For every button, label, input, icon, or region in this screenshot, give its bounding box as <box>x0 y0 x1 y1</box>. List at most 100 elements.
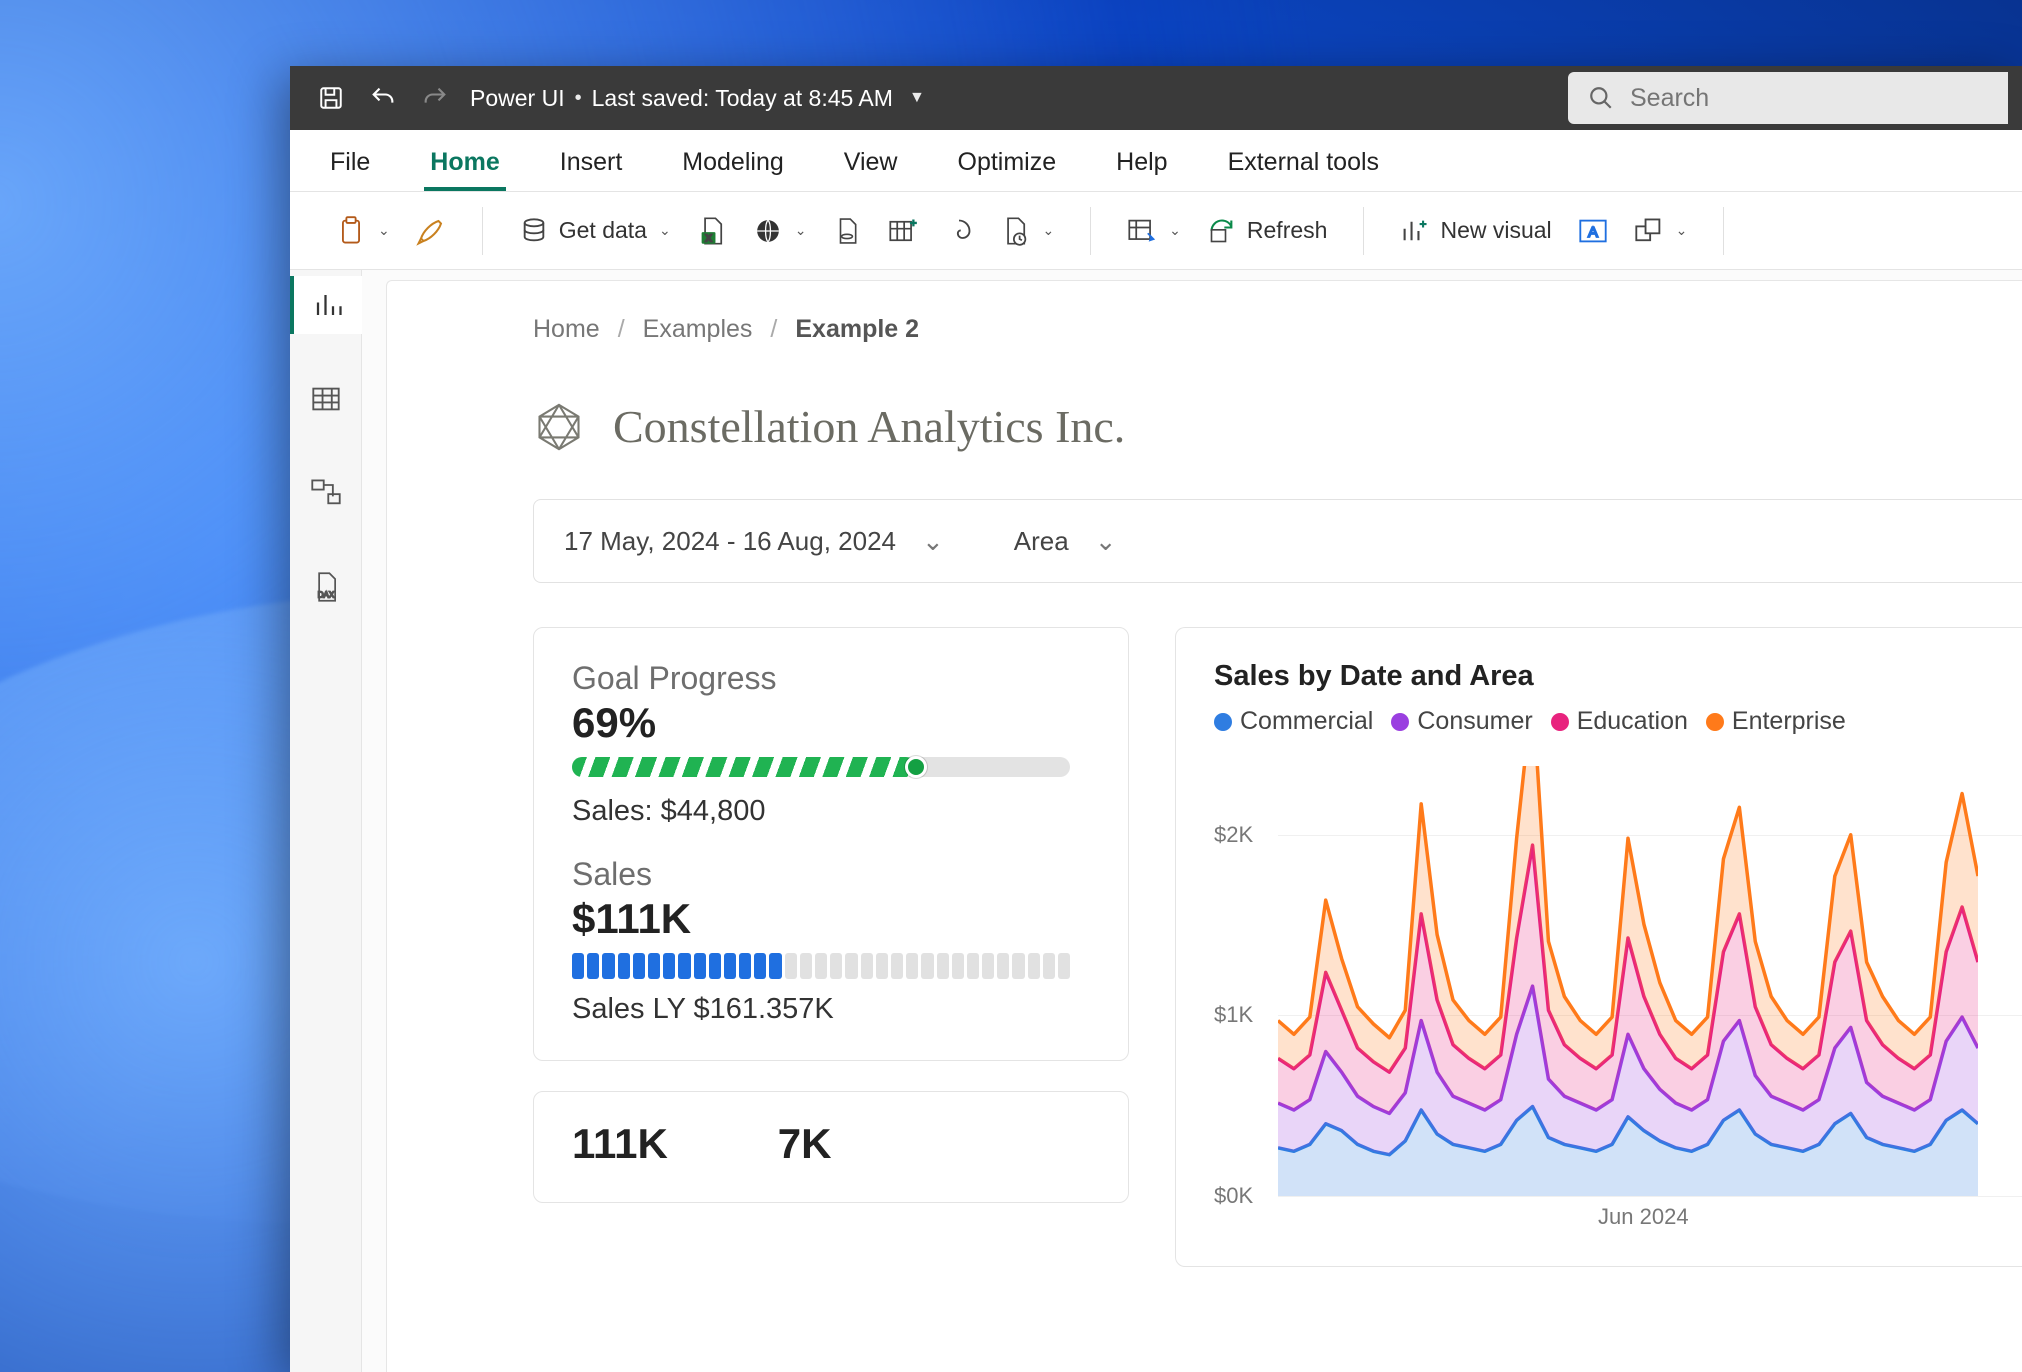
menu-modeling[interactable]: Modeling <box>676 148 789 191</box>
svg-text:DAX: DAX <box>317 590 334 599</box>
get-data-label: Get data <box>559 217 647 244</box>
refresh-icon <box>1207 216 1237 246</box>
separator-dot: • <box>575 87 582 110</box>
menu-help[interactable]: Help <box>1110 148 1173 191</box>
filter-dim-label: Area <box>1014 526 1069 557</box>
recent-sources-button[interactable]: ⌄ <box>992 210 1062 252</box>
paste-button[interactable]: ⌄ <box>328 210 398 252</box>
table-plus-icon <box>888 216 918 246</box>
brush-icon <box>416 216 446 246</box>
canvas-wrap: Home / Examples / Example 2 Constellatio… <box>362 270 2022 1372</box>
globe-data-icon <box>753 216 783 246</box>
menu-file[interactable]: File <box>324 148 376 191</box>
search-box[interactable] <box>1568 72 2008 124</box>
chart-plus-icon <box>1400 216 1430 246</box>
kpi-card-secondary[interactable]: 111K 7K <box>533 1091 1129 1203</box>
undo-icon[interactable] <box>366 81 400 115</box>
kpi-sales-text: Sales: $44,800 <box>572 795 1090 828</box>
crumb-sep: / <box>618 315 625 344</box>
database-icon <box>519 216 549 246</box>
shapes-icon <box>1634 216 1664 246</box>
chevron-down-icon: ⌄ <box>795 222 807 239</box>
chevron-down-icon: ⌄ <box>922 526 944 557</box>
menu-home[interactable]: Home <box>424 148 505 191</box>
rail-report-view[interactable] <box>290 276 362 334</box>
left-rail: DAX <box>290 270 362 1372</box>
menu-view[interactable]: View <box>838 148 904 191</box>
refresh-button[interactable]: Refresh <box>1199 210 1336 252</box>
swirl-icon <box>944 216 974 246</box>
save-icon[interactable] <box>314 81 348 115</box>
rail-model-view[interactable] <box>290 464 362 522</box>
app-name: Power UI <box>470 85 565 112</box>
legend-item[interactable]: Commercial <box>1214 707 1373 736</box>
crumb-current: Example 2 <box>795 315 919 344</box>
filter-date-range[interactable]: 17 May, 2024 - 16 Aug, 2024 ⌄ <box>564 526 944 557</box>
chevron-down-icon: ⌄ <box>1676 222 1688 239</box>
kpi-sales-ly: Sales LY $161.357K <box>572 993 1090 1026</box>
crumb-examples[interactable]: Examples <box>643 315 753 344</box>
crumb-home[interactable]: Home <box>533 315 600 344</box>
kpi-goal-label: Goal Progress <box>572 660 1090 697</box>
chart-card[interactable]: Sales by Date and Area Commercial Consume… <box>1175 627 2022 1267</box>
company-logo-icon <box>533 401 585 453</box>
crumb-sep: / <box>770 315 777 344</box>
chevron-down-icon: ⌄ <box>1042 222 1054 239</box>
document-db-icon <box>832 216 862 246</box>
kpi-sales-label: Sales <box>572 856 1090 893</box>
y-tick: $0K <box>1214 1183 1253 1209</box>
data-hub-button[interactable]: ⌄ <box>745 210 815 252</box>
title-text[interactable]: Power UI • Last saved: Today at 8:45 AM … <box>470 85 925 112</box>
format-painter-button[interactable] <box>408 210 454 252</box>
rail-dax-view[interactable]: DAX <box>290 558 362 616</box>
y-tick: $2K <box>1214 822 1253 848</box>
excel-file-icon: X <box>697 216 727 246</box>
chevron-down-icon: ⌄ <box>378 222 390 239</box>
chevron-down-icon: ⌄ <box>1169 222 1181 239</box>
kpi2-value-2: 7K <box>778 1120 832 1168</box>
search-input[interactable] <box>1630 84 1988 113</box>
transform-data-button[interactable]: ⌄ <box>1119 210 1189 252</box>
report-canvas[interactable]: Home / Examples / Example 2 Constellatio… <box>386 280 2022 1372</box>
app-window: Power UI • Last saved: Today at 8:45 AM … <box>290 66 2022 1372</box>
sql-source-button[interactable] <box>824 210 870 252</box>
page-title: Constellation Analytics Inc. <box>613 400 1125 453</box>
enter-data-button[interactable] <box>880 210 926 252</box>
chevron-down-icon: ⌄ <box>1095 526 1117 557</box>
legend-item[interactable]: Consumer <box>1391 707 1532 736</box>
breadcrumb: Home / Examples / Example 2 <box>533 315 2022 344</box>
save-status: Last saved: Today at 8:45 AM <box>592 85 893 112</box>
menu-external-tools[interactable]: External tools <box>1222 148 1385 191</box>
chart-title: Sales by Date and Area <box>1214 660 2022 693</box>
kpi-card-goal[interactable]: Goal Progress 69% Sales: $44,800 Sales $… <box>533 627 1129 1061</box>
menu-insert[interactable]: Insert <box>554 148 629 191</box>
filter-bar: 17 May, 2024 - 16 Aug, 2024 ⌄ Area ⌄ <box>533 499 2022 583</box>
chevron-down-icon: ⌄ <box>659 222 671 239</box>
redo-icon[interactable] <box>418 81 452 115</box>
kpi2-value-1: 111K <box>572 1120 668 1168</box>
dataverse-button[interactable] <box>936 210 982 252</box>
clipboard-icon <box>336 216 366 246</box>
table-edit-icon <box>1127 216 1157 246</box>
rail-data-view[interactable] <box>290 370 362 428</box>
filter-dimension[interactable]: Area ⌄ <box>1014 526 1117 557</box>
kpi-sales-value: $111K <box>572 895 1090 943</box>
get-data-button[interactable]: Get data ⌄ <box>511 210 679 252</box>
svg-text:A: A <box>1588 223 1598 240</box>
legend-item[interactable]: Enterprise <box>1706 707 1846 736</box>
excel-source-button[interactable]: X <box>689 210 735 252</box>
text-box-button[interactable]: A <box>1570 210 1616 252</box>
x-tick: Jun 2024 <box>1598 1204 1689 1230</box>
more-visuals-button[interactable]: ⌄ <box>1626 210 1696 252</box>
menu-optimize[interactable]: Optimize <box>952 148 1063 191</box>
refresh-label: Refresh <box>1247 217 1328 244</box>
svg-text:X: X <box>705 233 712 244</box>
legend-item[interactable]: Education <box>1551 707 1688 736</box>
search-icon <box>1588 85 1614 111</box>
chevron-down-icon: ▼ <box>909 89 925 107</box>
title-bar: Power UI • Last saved: Today at 8:45 AM … <box>290 66 2022 130</box>
new-visual-label: New visual <box>1440 217 1551 244</box>
progress-bar <box>572 757 1070 777</box>
document-clock-icon <box>1000 216 1030 246</box>
new-visual-button[interactable]: New visual <box>1392 210 1559 252</box>
